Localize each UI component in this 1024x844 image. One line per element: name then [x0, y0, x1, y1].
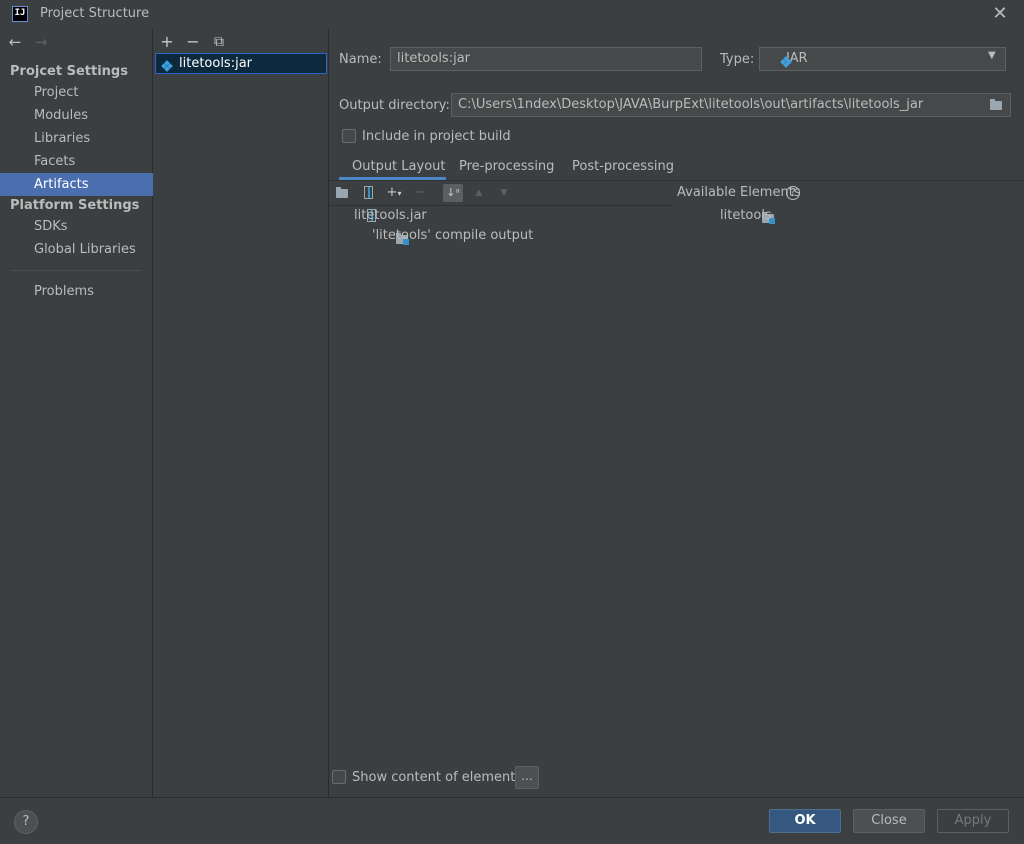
output-directory-label: Output directory: [339, 98, 450, 113]
window-title: Project Structure [40, 6, 150, 21]
help-button[interactable]: ? [14, 810, 38, 834]
remove-element-icon[interactable]: − [410, 184, 430, 202]
intellij-logo-icon: IJ [12, 6, 28, 22]
nav-divider [10, 270, 142, 271]
include-in-build-label: Include in project build [362, 129, 511, 144]
close-button[interactable]: Close [853, 809, 925, 833]
nav-item-facets[interactable]: Facets [0, 150, 153, 173]
chevron-down-icon[interactable]: ▼ [988, 50, 996, 61]
name-field[interactable]: litetools:jar [390, 47, 702, 71]
show-content-checkbox[interactable] [332, 770, 346, 784]
jar-artifact-icon [161, 60, 173, 72]
artifact-list-panel [153, 29, 329, 797]
title-bar [0, 0, 1024, 29]
layout-child-item[interactable]: 'litetools' compile output [372, 228, 533, 243]
tab-divider [329, 180, 1024, 181]
jar-type-icon [780, 56, 792, 68]
remove-artifact-icon[interactable]: − [184, 33, 202, 51]
ok-button[interactable]: OK [769, 809, 841, 833]
layout-root-item[interactable]: litetools.jar [354, 208, 427, 223]
nav-item-global-libraries[interactable]: Global Libraries [0, 238, 153, 261]
nav-item-libraries[interactable]: Libraries [0, 127, 153, 150]
project-settings-header: Projcet Settings [10, 64, 128, 79]
nav-item-project[interactable]: Project [0, 81, 153, 104]
nav-item-sdks[interactable]: SDKs [0, 215, 153, 238]
tab-pre-processing[interactable]: Pre-processing [459, 157, 554, 181]
tab-post-processing[interactable]: Post-processing [572, 157, 674, 181]
available-elements-label: Available Elements [677, 185, 801, 200]
more-options-button[interactable]: ... [515, 766, 539, 789]
forward-arrow-icon[interactable]: → [32, 33, 50, 51]
create-directory-icon[interactable] [333, 184, 353, 202]
help-circle-icon[interactable]: ? [786, 186, 800, 200]
platform-settings-header: Platform Settings [10, 198, 140, 213]
artifact-list-item-label: litetools:jar [179, 56, 253, 71]
name-label: Name: [339, 52, 382, 67]
move-up-icon[interactable]: ▲ [469, 184, 489, 202]
show-content-label: Show content of elements [352, 770, 523, 785]
apply-button[interactable]: Apply [937, 809, 1009, 833]
back-arrow-icon[interactable]: ← [6, 33, 24, 51]
create-archive-icon[interactable] [358, 184, 378, 202]
include-in-build-checkbox[interactable] [342, 129, 356, 143]
available-element-item[interactable]: litetools [720, 208, 772, 223]
type-dropdown[interactable]: JAR [759, 47, 1006, 71]
add-artifact-icon[interactable]: + [158, 33, 176, 51]
add-element-icon[interactable]: +▾ [384, 184, 404, 202]
nav-item-artifacts[interactable]: Artifacts [0, 173, 153, 196]
move-down-icon[interactable]: ▼ [494, 184, 514, 202]
nav-item-modules[interactable]: Modules [0, 104, 153, 127]
copy-artifact-icon[interactable]: ⧉ [210, 33, 228, 51]
browse-folder-icon[interactable] [988, 97, 1006, 112]
nav-item-problems[interactable]: Problems [0, 280, 153, 303]
footer-divider [0, 797, 1024, 798]
close-window-icon[interactable]: ✕ [990, 4, 1010, 24]
layout-toolbar-divider [329, 205, 674, 206]
output-directory-field[interactable]: C:\Users\1ndex\Desktop\JAVA\BurpExt\lite… [451, 93, 1011, 117]
type-label: Type: [720, 52, 755, 67]
artifact-detail-panel [329, 29, 1024, 797]
sort-elements-icon[interactable]: ↓ᵃ [443, 184, 463, 202]
